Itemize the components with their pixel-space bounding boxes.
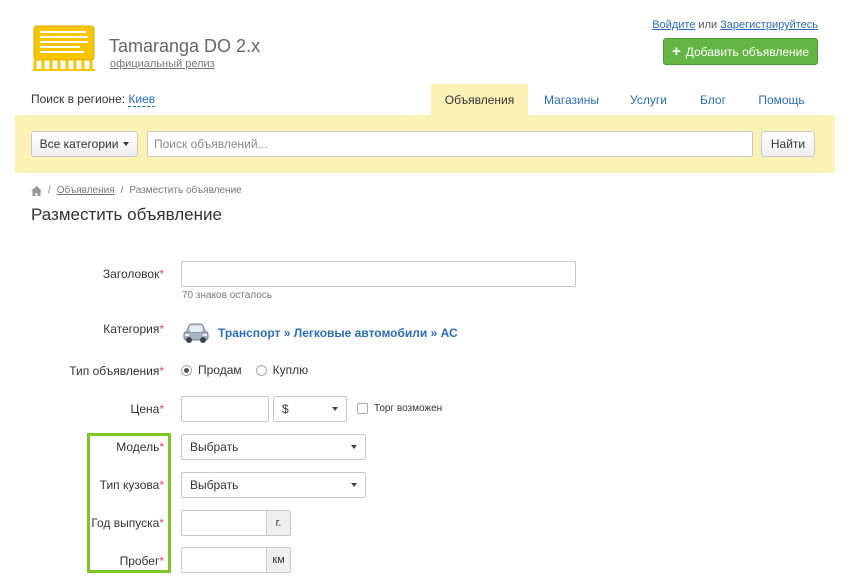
category-path-link[interactable]: Транспорт » Легковые автомобили » АС (218, 326, 458, 340)
required-mark: * (159, 322, 164, 336)
model-label-text: Модель (116, 440, 160, 454)
listing-type-radio-group: Продам Куплю (181, 363, 308, 377)
breadcrumb-separator: / (48, 185, 51, 196)
chevron-down-icon (123, 142, 130, 146)
body-type-select[interactable]: Выбрать (181, 472, 366, 498)
title-field-label: Заголовок* (14, 267, 164, 281)
year-unit: г. (267, 510, 291, 536)
required-mark: * (159, 516, 164, 530)
required-mark: * (159, 402, 164, 416)
breadcrumb-separator: / (120, 185, 124, 196)
price-input[interactable] (181, 396, 269, 422)
home-icon[interactable] (31, 185, 42, 196)
body-field-label: Тип кузова* (14, 478, 164, 492)
mileage-label-text: Пробег (119, 554, 160, 568)
mileage-field-label: Пробег* (14, 554, 164, 568)
required-mark: * (159, 440, 164, 454)
annotation-highlight-box (87, 433, 171, 573)
required-mark: * (159, 267, 164, 281)
logo-subtitle[interactable]: официальный релиз (110, 58, 215, 70)
all-categories-label: Все категории (39, 137, 119, 151)
chevron-down-icon (351, 483, 357, 487)
title-chars-left: 70 знаков осталось (182, 290, 273, 301)
logo-icon[interactable] (31, 24, 97, 72)
mileage-input[interactable] (181, 547, 267, 573)
year-label-text: Год выпуска (91, 516, 160, 530)
login-link[interactable]: Войдите (652, 19, 695, 31)
register-link[interactable]: Зарегистрируйтесь (720, 19, 818, 31)
radio-buy-label: Куплю (272, 363, 309, 377)
mileage-unit: км (267, 547, 291, 573)
body-type-value: Выбрать (190, 478, 239, 492)
region-selector: Поиск в регионе: Киев (31, 92, 156, 107)
tab-shops[interactable]: Магазины (528, 84, 615, 115)
radio-sell-label: Продам (198, 363, 242, 377)
price-field-label: Цена* (14, 402, 164, 416)
auth-or: или (698, 19, 718, 31)
page-title: Разместить объявление (31, 205, 222, 224)
region-city-link[interactable]: Киев (128, 92, 156, 107)
header: Tamaranga DO 2.x официальный релиз Войди… (0, 0, 847, 80)
main-nav: Объявления Магазины Услуги Блог Помощь (431, 84, 819, 115)
find-button[interactable]: Найти (761, 131, 815, 157)
tab-help[interactable]: Помощь (744, 84, 819, 115)
add-listing-button[interactable]: + Добавить объявление (663, 38, 818, 65)
breadcrumb-listings-link[interactable]: Объявления (57, 185, 115, 196)
required-mark: * (159, 364, 164, 378)
year-field-label: Год выпуска* (14, 516, 164, 530)
year-input[interactable] (181, 510, 267, 536)
plus-icon: + (671, 43, 681, 60)
auth-links: Войдите или Зарегистрируйтесь (652, 19, 818, 31)
tab-listings[interactable]: Объявления (431, 84, 528, 115)
year-input-group: г. (181, 510, 291, 536)
search-bar: Все категории Найти (15, 115, 835, 173)
add-listing-label: Добавить объявление (685, 44, 810, 59)
required-mark: * (159, 554, 164, 568)
bargain-label: Торг возможен (374, 403, 443, 414)
category-label-text: Категория (103, 322, 160, 336)
title-label-text: Заголовок (102, 267, 160, 281)
category-selection: Транспорт » Легковые автомобили » АС (182, 321, 458, 345)
model-field-label: Модель* (14, 440, 164, 454)
body-label-text: Тип кузова (99, 478, 160, 492)
type-field-label: Тип объявления* (14, 364, 164, 378)
tab-services[interactable]: Услуги (615, 84, 682, 115)
bargain-checkbox[interactable]: Торг возможен (357, 403, 442, 414)
logo-title[interactable]: Tamaranga DO 2.x (109, 36, 260, 57)
model-select[interactable]: Выбрать (181, 434, 366, 460)
bargain-checkbox-box[interactable] (357, 403, 368, 414)
car-icon (183, 323, 209, 343)
all-categories-button[interactable]: Все категории (31, 131, 138, 157)
chevron-down-icon (351, 445, 357, 449)
currency-select[interactable]: $ (273, 396, 347, 422)
price-label-text: Цена (130, 402, 160, 416)
chevron-down-icon (332, 407, 338, 411)
mileage-input-group: км (181, 547, 291, 573)
currency-value: $ (282, 402, 289, 416)
required-mark: * (159, 478, 164, 492)
breadcrumb: / Объявления / Разместить объявление (31, 185, 242, 196)
model-value: Выбрать (190, 440, 239, 454)
tab-blog[interactable]: Блог (682, 84, 744, 115)
type-label-text: Тип объявления (69, 364, 160, 378)
radio-sell[interactable]: Продам (181, 363, 242, 377)
radio-buy[interactable]: Куплю (255, 363, 309, 377)
breadcrumb-current: Разместить объявление (129, 185, 242, 196)
title-input[interactable] (181, 261, 576, 287)
category-field-label: Категория* (14, 322, 164, 336)
radio-buy-dot[interactable] (255, 364, 267, 376)
search-input[interactable] (147, 131, 753, 157)
region-label: Поиск в регионе: (31, 92, 126, 106)
radio-sell-dot[interactable] (181, 364, 192, 376)
